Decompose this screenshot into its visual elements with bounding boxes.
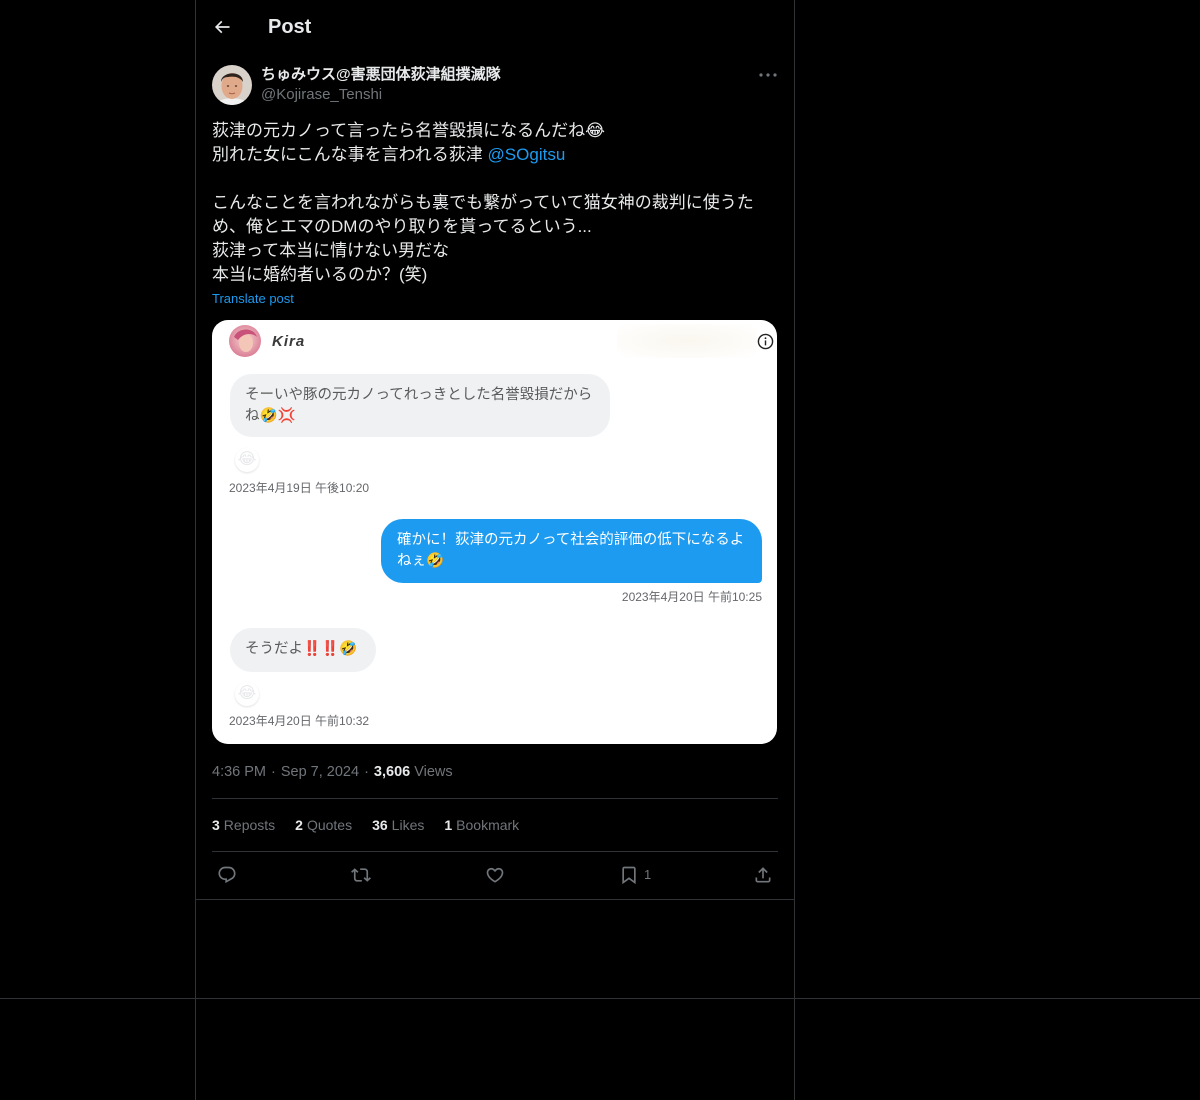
bookmark-icon[interactable] bbox=[619, 865, 639, 885]
meta-separator: · bbox=[271, 764, 276, 780]
post-text-line: 荻津の元カノって言ったら名誉毀損になるんだね😂 bbox=[212, 121, 606, 140]
post-text-line: こんなことを言われながらも裏でも繋がっていて猫女神の裁判に使うた bbox=[212, 193, 754, 212]
dm-incoming-bubble: そーいや豚の元カノってれっきとした名誉毀損だから ね🤣💢 bbox=[230, 374, 610, 437]
author-handle[interactable]: @Kojirase_Tenshi bbox=[261, 85, 382, 105]
stat-count: 3 bbox=[212, 817, 220, 833]
post-text-segment: 別れた女にこんな事を言われる荻津 bbox=[212, 145, 488, 164]
post-time-link[interactable]: 4:36 PM bbox=[212, 764, 266, 780]
post-bottom-divider bbox=[196, 899, 794, 900]
info-icon bbox=[757, 333, 774, 350]
divider bbox=[212, 851, 778, 852]
divider bbox=[212, 798, 778, 799]
dm-timestamp: 2023年4月19日 午後10:20 bbox=[229, 481, 370, 495]
dm-contact-avatar bbox=[229, 325, 261, 357]
engagement-stats: 3 Reposts 2 Quotes 36 Likes 1 Bookmark bbox=[212, 815, 519, 835]
post-text-line: 荻津って本当に情けない男だな bbox=[212, 241, 450, 260]
dm-reaction-emoji: 😂 bbox=[235, 682, 259, 706]
dm-message-line: ね🤣💢 bbox=[245, 408, 296, 424]
mention-link[interactable]: @SOgitsu bbox=[488, 145, 566, 164]
author-avatar[interactable] bbox=[212, 65, 252, 105]
quotes-stat[interactable]: 2 Quotes bbox=[295, 815, 352, 835]
stat-label: Likes bbox=[391, 817, 425, 833]
dm-timestamp: 2023年4月20日 午前10:32 bbox=[229, 714, 370, 728]
dm-message-line: そうだよ‼️‼️🤣 bbox=[245, 641, 358, 657]
back-arrow-icon[interactable] bbox=[212, 17, 232, 37]
page-title: Post bbox=[268, 16, 312, 38]
translate-post-link[interactable]: Translate post bbox=[212, 290, 294, 308]
post-text-line: 別れた女にこんな事を言われる荻津 @SOgitsu bbox=[212, 143, 778, 167]
post-text-line: 本当に婚約者いるのか？(笑) bbox=[212, 265, 428, 284]
dm-message-line: そーいや豚の元カノってれっきとした名誉毀損だから bbox=[245, 387, 593, 403]
dm-timestamp: 2023年4月20日 午前10:25 bbox=[621, 590, 762, 604]
views-count[interactable]: 3,606 bbox=[374, 764, 410, 780]
views-label: Views bbox=[414, 764, 453, 780]
meta-separator: · bbox=[364, 764, 369, 780]
dm-incoming-bubble: そうだよ‼️‼️🤣 bbox=[230, 628, 376, 672]
post-image[interactable]: Kira そーいや豚の元カノってれっきとした名誉毀損だから ね🤣💢 😂 2023… bbox=[212, 320, 777, 744]
dm-outgoing-bubble: 確かに！荻津の元カノって社会的評価の低下になるよ ねぇ🤣 bbox=[381, 519, 762, 583]
bookmarks-stat[interactable]: 1 Bookmark bbox=[444, 815, 519, 835]
author-name[interactable]: ちゅみウス@害悪団体荻津組撲滅隊 bbox=[261, 65, 501, 85]
dm-reaction-emoji: 😂 bbox=[235, 448, 259, 472]
dm-message-line: 確かに！荻津の元カノって社会的評価の低下になるよ bbox=[397, 532, 745, 548]
share-icon[interactable] bbox=[753, 865, 773, 885]
stat-label: Reposts bbox=[223, 817, 276, 833]
reply-icon[interactable] bbox=[217, 865, 237, 885]
post-text-line: め、俺とエマのDMのやり取りを貰ってるという... bbox=[212, 217, 592, 236]
stat-count: 36 bbox=[372, 817, 388, 833]
post-meta: 4:36 PM · Sep 7, 2024 · 3,606 Views bbox=[212, 762, 453, 782]
dm-contact-name: Kira bbox=[272, 333, 306, 350]
heart-icon[interactable] bbox=[485, 865, 505, 885]
post-text: 荻津の元カノって言ったら名誉毀損になるんだね😂 別れた女にこんな事を言われる荻津… bbox=[212, 119, 778, 287]
more-options-icon[interactable] bbox=[756, 65, 780, 85]
dm-message-line: ねぇ🤣 bbox=[397, 553, 445, 569]
post-date-link[interactable]: Sep 7, 2024 bbox=[281, 764, 359, 780]
bookmark-count: 1 bbox=[644, 867, 652, 882]
repost-icon[interactable] bbox=[351, 865, 371, 885]
stat-label: Bookmark bbox=[456, 817, 520, 833]
redacted-area bbox=[617, 324, 757, 358]
stat-label: Quotes bbox=[306, 817, 353, 833]
page-divider bbox=[0, 998, 1200, 999]
likes-stat[interactable]: 36 Likes bbox=[372, 815, 424, 835]
stat-count: 2 bbox=[295, 817, 303, 833]
reposts-stat[interactable]: 3 Reposts bbox=[212, 815, 275, 835]
stat-count: 1 bbox=[444, 817, 453, 833]
main-column: Post ちゅみウス@害悪団体荻津組撲滅隊 @Kojirase_Tenshi 荻… bbox=[195, 0, 795, 1100]
